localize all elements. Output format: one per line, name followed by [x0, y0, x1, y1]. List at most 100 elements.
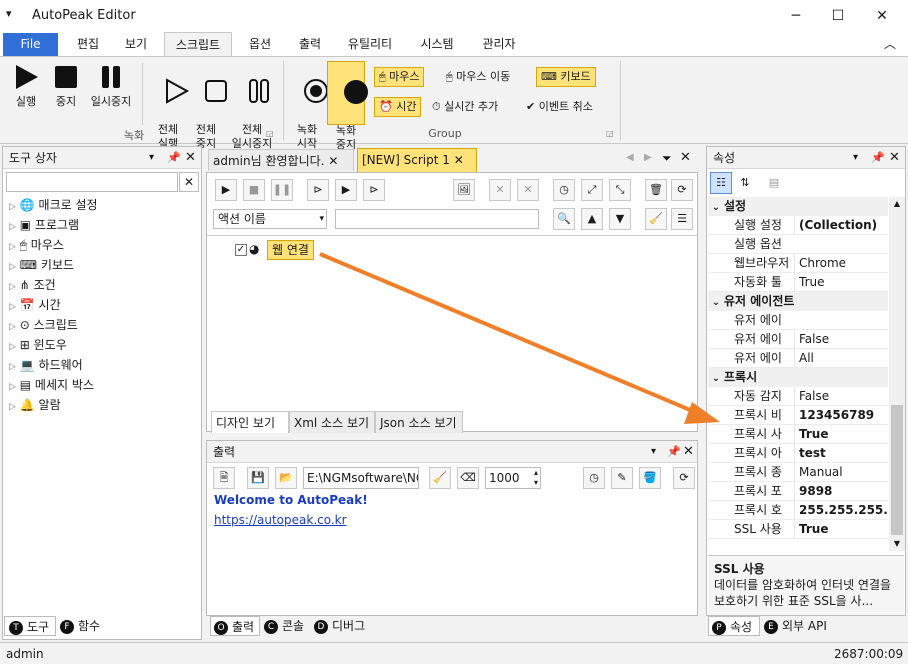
output-save-button[interactable]: 💾: [247, 467, 269, 489]
toolbox-search-input[interactable]: [6, 172, 178, 192]
property-value[interactable]: 9898: [794, 482, 832, 501]
close-panel-icon[interactable]: ✕: [889, 147, 900, 169]
property-row[interactable]: 실행 옵션: [708, 235, 888, 254]
tree-item-macro-settings[interactable]: ▷ 🌐 매크로 설정: [9, 195, 199, 215]
property-row[interactable]: 프록시 아 test: [708, 444, 888, 463]
tab-scroll-right-icon[interactable]: ▶: [644, 152, 652, 163]
close-button[interactable]: ✕: [862, 4, 902, 28]
output-path-field[interactable]: E:\NGMsoftware\NG: [303, 467, 419, 489]
file-menu[interactable]: File: [3, 33, 58, 56]
property-row[interactable]: 프록시 호 255.255.255.1: [708, 501, 888, 520]
property-row[interactable]: 자동화 툴 True: [708, 273, 888, 292]
editor-play-button[interactable]: ▶: [215, 179, 237, 201]
mouse-move-toggle[interactable]: 🖱 마우스 이동: [446, 68, 510, 86]
property-value[interactable]: True: [794, 273, 825, 292]
tab-scroll-left-icon[interactable]: ◀: [626, 152, 634, 163]
property-row[interactable]: 프록시 포 9898: [708, 482, 888, 501]
node-checkbox[interactable]: ✓: [235, 244, 247, 256]
website-link[interactable]: https://autopeak.co.kr: [214, 513, 347, 527]
property-row[interactable]: 웹브라우저 Chrome: [708, 254, 888, 273]
category-proxy[interactable]: ⌄ 프록시: [708, 368, 888, 387]
close-document-icon[interactable]: ✕: [680, 150, 691, 165]
editor-collapse-button[interactable]: ⤡: [609, 179, 631, 201]
tree-item-script[interactable]: ▷ ⊙ 스크립트: [9, 315, 199, 335]
output-export-button[interactable]: 🗎: [213, 467, 235, 489]
tree-item-program[interactable]: ▷ ▣ 프로그램: [9, 215, 199, 235]
output-clock-button[interactable]: ◷: [583, 467, 605, 489]
close-panel-icon[interactable]: ✕: [683, 441, 694, 463]
property-value[interactable]: True: [794, 520, 828, 539]
tab-design-view[interactable]: 디자인 보기: [211, 411, 289, 433]
menu-system[interactable]: 시스템: [410, 32, 464, 56]
property-row[interactable]: 유저 에이: [708, 311, 888, 330]
stop-button[interactable]: 중지: [46, 63, 86, 109]
editor-stop-button[interactable]: ■: [243, 179, 265, 201]
tab-functions[interactable]: F 함수: [58, 616, 108, 636]
output-count-stepper[interactable]: 1000 ▴ ▾: [485, 467, 541, 489]
property-value[interactable]: 123456789: [794, 406, 874, 425]
property-value[interactable]: False: [794, 387, 829, 406]
output-folder-button[interactable]: 📂: [275, 467, 297, 489]
property-value[interactable]: test: [794, 444, 826, 463]
close-tab-icon[interactable]: ✕: [454, 153, 464, 167]
dropdown-icon[interactable]: ▾: [149, 147, 154, 169]
tree-item-hardware[interactable]: ▷ 💻 하드웨어: [9, 355, 199, 375]
pin-icon[interactable]: 📌: [167, 147, 181, 169]
menu-output[interactable]: 출력: [288, 32, 332, 56]
clear-search-icon[interactable]: ✕: [179, 172, 199, 192]
action-filter-input[interactable]: [335, 209, 539, 229]
tab-list-icon[interactable]: ⏷: [662, 151, 672, 166]
tab-debug[interactable]: D 디버그: [312, 616, 372, 636]
menu-admin[interactable]: 관리자: [472, 32, 526, 56]
run-button[interactable]: 실행: [6, 63, 46, 109]
property-row[interactable]: 실행 설정 (Collection): [708, 216, 888, 235]
group-launcher-icon[interactable]: ◲: [606, 129, 614, 138]
dropdown-icon[interactable]: ▾: [853, 147, 858, 169]
tree-item-messagebox[interactable]: ▷ ▤ 메세지 박스: [9, 375, 199, 395]
editor-run-next-button[interactable]: ⊳: [363, 179, 385, 201]
editor-expand-button[interactable]: ⤢: [581, 179, 603, 201]
tab-properties[interactable]: P 속성: [708, 616, 760, 636]
tab-external-api[interactable]: E 외부 API: [762, 616, 834, 636]
tab-welcome[interactable]: admin님 환영합니다. ✕: [208, 149, 354, 171]
property-scrollbar[interactable]: ▲ ▼: [889, 197, 905, 551]
close-panel-icon[interactable]: ✕: [185, 147, 196, 169]
editor-delete-button[interactable]: ✕: [489, 179, 511, 201]
output-refresh-button[interactable]: ⟳: [673, 467, 695, 489]
system-menu-icon[interactable]: ▾: [6, 7, 12, 20]
editor-search-button[interactable]: 🔍: [553, 208, 575, 230]
property-value[interactable]: True: [794, 425, 828, 444]
collapse-ribbon-icon[interactable]: ︿: [880, 32, 900, 56]
maximize-button[interactable]: ☐: [818, 4, 858, 28]
tree-item-condition[interactable]: ▷ ⋔ 조건: [9, 275, 199, 295]
output-eraser-button[interactable]: ⌫: [457, 467, 479, 489]
tree-item-keyboard[interactable]: ▷ ⌨ 키보드: [9, 255, 199, 275]
categorized-view-button[interactable]: ☷: [710, 172, 732, 194]
editor-delete-all-button[interactable]: ✕: [517, 179, 539, 201]
scrollbar-thumb[interactable]: [891, 405, 903, 535]
action-name-select[interactable]: 액션 이름 ▾: [213, 209, 327, 229]
property-value[interactable]: Chrome: [794, 254, 846, 273]
spinner-icon[interactable]: ▴ ▾: [534, 468, 538, 488]
editor-clock-button[interactable]: ◷: [553, 179, 575, 201]
event-cancel-toggle[interactable]: ✔ 이벤트 취소: [526, 98, 593, 116]
category-useragent[interactable]: ⌄ 유저 에이전트: [708, 292, 888, 311]
property-row[interactable]: SSL 사용 True: [708, 520, 888, 539]
menu-options[interactable]: 옵션: [238, 32, 282, 56]
output-clean-button[interactable]: 🧹: [429, 467, 451, 489]
property-row[interactable]: 프록시 종 Manual: [708, 463, 888, 482]
editor-trash-button[interactable]: 🗑: [645, 179, 667, 201]
pin-icon[interactable]: 📌: [871, 147, 885, 169]
property-value[interactable]: Manual: [794, 463, 843, 482]
tab-output[interactable]: O 출력: [210, 616, 260, 636]
tab-script-1[interactable]: [NEW] Script 1 ✕: [357, 148, 477, 172]
alphabetical-view-button[interactable]: ⇅: [734, 172, 756, 194]
editor-image-button[interactable]: 🖼: [453, 179, 475, 201]
pin-icon[interactable]: 📌: [667, 441, 681, 463]
menu-edit[interactable]: 편집: [66, 32, 110, 56]
menu-script[interactable]: 스크립트: [164, 32, 232, 56]
group-launcher-icon[interactable]: ◲: [266, 129, 274, 138]
output-fill-button[interactable]: 🪣: [639, 467, 661, 489]
pause-button[interactable]: 일시중지: [86, 63, 136, 109]
property-row[interactable]: 프록시 사 True: [708, 425, 888, 444]
